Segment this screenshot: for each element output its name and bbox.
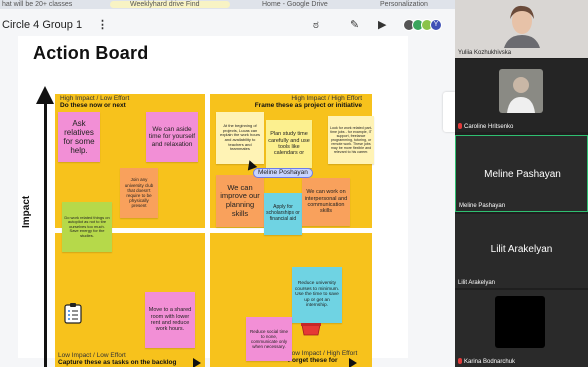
effort-arrow-icon bbox=[349, 358, 357, 367]
sticky-note[interactable]: Plan study time carefully and use tools … bbox=[266, 120, 312, 168]
participant-name: Lilit Arakelyan bbox=[458, 280, 496, 286]
browser-tab-strip: hat will be 20+ classes Weeklyhard drive… bbox=[0, 0, 455, 9]
mic-muted-icon bbox=[458, 123, 462, 129]
browser-tab[interactable]: Personalization bbox=[380, 0, 428, 9]
participant-avatar-icon bbox=[499, 69, 543, 113]
sticky-note[interactable]: Ask relatives for some help. bbox=[58, 112, 100, 162]
sticky-note[interactable]: Reduce social time to none, communicate … bbox=[246, 317, 292, 361]
sticky-note[interactable]: Apply for scholarships or financial aid bbox=[264, 193, 302, 235]
side-toolbar[interactable] bbox=[443, 92, 455, 132]
board-menu-button[interactable]: ⋮ bbox=[97, 18, 108, 31]
video-tile[interactable]: Lilit Arakelyan Lilit Arakelyan bbox=[455, 214, 588, 288]
browser-tab[interactable]: Weeklyhard drive Find bbox=[130, 0, 200, 9]
video-tile[interactable]: Karina Bodnarchuk bbox=[455, 290, 588, 367]
quadrant-label: High Impact / Low Effort Do these now or… bbox=[60, 95, 130, 109]
participant-name: Yuliia Kozhukhivska bbox=[458, 50, 512, 56]
sticky-note[interactable]: Move to a shared room with lower rent an… bbox=[145, 292, 195, 348]
collaborator-cursor-label: Meline Poshayan bbox=[253, 168, 313, 178]
sticky-note[interactable]: We can improve our planning skills bbox=[216, 175, 264, 227]
mic-muted-icon bbox=[458, 358, 462, 364]
clipboard-icon bbox=[64, 303, 82, 324]
action-board-title: Action Board bbox=[33, 43, 149, 63]
board-name[interactable]: Circle 4 Group 1 bbox=[2, 19, 82, 31]
sticky-note[interactable]: We can aside time for yourself and relax… bbox=[146, 112, 198, 162]
sticky-note[interactable]: Look for work related part-time jobs - f… bbox=[328, 116, 374, 164]
video-tile-active[interactable]: Meline Pashayan Meline Pashayan bbox=[455, 135, 588, 212]
participant-video-feed bbox=[495, 296, 545, 348]
sticky-note[interactable]: We can work on interpersonal and communi… bbox=[302, 178, 350, 226]
participant-display-name: Meline Pashayan bbox=[484, 169, 561, 180]
video-tile[interactable]: Caroline Hritsenko bbox=[455, 59, 588, 132]
participant-name: Karina Bodnarchuk bbox=[458, 358, 515, 365]
sticky-note[interactable]: Join any university club that doesn't re… bbox=[120, 168, 158, 218]
present-icon[interactable]: ▶ bbox=[378, 18, 386, 31]
video-tile[interactable]: Yuliia Kozhukhivska bbox=[455, 0, 588, 58]
browser-tab[interactable]: Home - Google Drive bbox=[262, 0, 328, 9]
impact-axis bbox=[44, 102, 47, 367]
reactions-icon[interactable]: ಠ bbox=[313, 18, 319, 32]
quadrant-label: Low Impact / Low Effort Capture these as… bbox=[58, 352, 177, 366]
sticky-note[interactable]: Do work related things on autopilot as n… bbox=[62, 202, 112, 252]
trash-box-icon bbox=[301, 323, 321, 336]
impact-axis-label: Impact bbox=[21, 195, 32, 228]
quadrant-label: Low Impact / High Effort Forget these fo… bbox=[288, 350, 358, 364]
participant-video-icon bbox=[500, 3, 544, 48]
browser-tab[interactable]: hat will be 20+ classes bbox=[2, 0, 72, 9]
participant-display-name: Lilit Arakelyan bbox=[490, 244, 553, 255]
participant-name: Caroline Hritsenko bbox=[458, 123, 513, 130]
quadrant-label: High Impact / High Effort Frame these as… bbox=[254, 95, 362, 109]
sticky-note[interactable]: At the beginning of projects, Lucas can … bbox=[216, 112, 264, 164]
sticky-note[interactable]: Reduce university courses to minimum. Us… bbox=[292, 267, 342, 323]
collaborator-avatar[interactable]: Y bbox=[430, 19, 442, 31]
participant-name: Meline Pashayan bbox=[459, 203, 506, 209]
effort-arrow-icon bbox=[193, 358, 201, 367]
pen-icon[interactable]: ✎ bbox=[350, 18, 359, 31]
